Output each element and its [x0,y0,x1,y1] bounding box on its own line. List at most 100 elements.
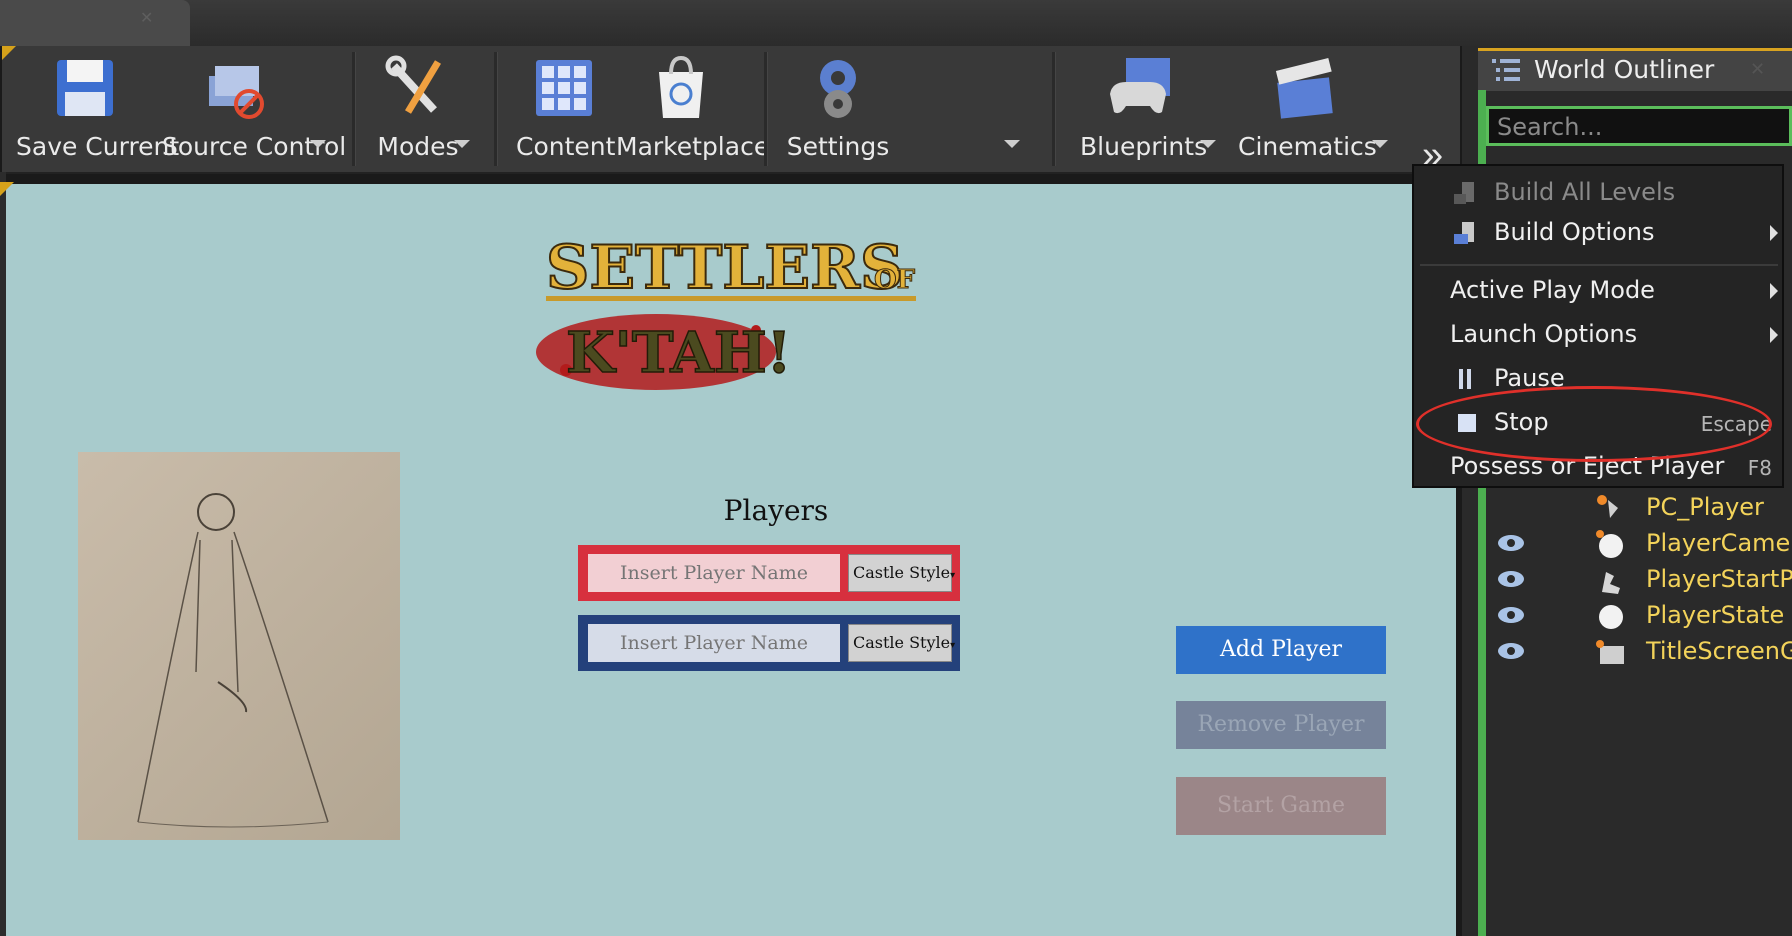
modes-label: Modes [377,132,459,161]
outliner-row[interactable]: TitleScreenGam [1486,634,1792,670]
logo-ktah-text: K'TAH! [566,320,791,386]
source-control-dropdown-caret[interactable] [310,140,326,148]
blueprints-button[interactable]: Blueprints [1080,52,1208,164]
modes-button[interactable]: Modes [370,52,466,164]
logo-of-text: OF [874,265,916,295]
title-bar: ✕ [0,0,1792,46]
content-button[interactable]: Content [516,52,616,164]
outliner-row[interactable]: PlayerCameraM [1486,526,1792,562]
outliner-row-name: TitleScreenGam [1646,637,1792,665]
game-viewport[interactable]: SETTLERS OF K'TAH! Players Castle Style▾… [0,182,1456,936]
outliner-search-input[interactable] [1495,111,1789,143]
eye-visibility-icon[interactable] [1496,640,1526,662]
submenu-arrow-icon [1770,283,1778,299]
controller-actor-icon [1597,495,1618,518]
cinematics-dropdown-caret[interactable] [1372,140,1388,148]
dropdown-caret-icon: ▾ [950,640,956,651]
menu-item-active-play-mode[interactable]: Active Play Mode [1414,270,1782,310]
outliner-row[interactable]: PC_Player [1486,490,1792,526]
character-sketch-image [78,452,400,840]
settings-dropdown-caret[interactable] [1004,140,1020,148]
pause-icon [1459,369,1471,389]
save-current-label: Save Current [16,132,180,161]
marketplace-label: Marketplace [616,132,770,161]
menu-item-possess-eject[interactable]: Possess or Eject Player F8 [1414,446,1782,486]
world-outliner-title: World Outliner [1534,55,1715,84]
save-current-button[interactable]: Save Current [16,52,180,164]
menu-item-label: Stop [1494,408,1549,436]
castle-style-value: Castle Style [853,563,951,582]
menu-item-build-all-levels[interactable]: Build All Levels [1414,172,1782,212]
outliner-search-box [1486,106,1792,146]
players-heading: Players [723,494,829,527]
player-2-name-input[interactable] [588,624,840,662]
eye-visibility-icon[interactable] [1496,568,1526,590]
toolbar-divider [764,52,768,166]
submenu-arrow-icon [1770,327,1778,343]
game-mode-icon [1596,640,1624,664]
toolbar-divider [352,52,356,166]
remove-player-button[interactable]: Remove Player [1176,701,1386,749]
dropdown-caret-icon: ▾ [950,570,956,581]
eye-visibility-icon[interactable] [1496,532,1526,554]
submenu-arrow-icon [1770,225,1778,241]
add-player-button[interactable]: Add Player [1176,626,1386,674]
cinematics-label: Cinematics [1238,132,1377,161]
corner-marker [2,46,16,60]
level-document-tab[interactable]: ✕ [0,0,190,46]
menu-item-launch-options[interactable]: Launch Options [1414,314,1782,354]
blueprints-gamepad-icon [1110,58,1170,114]
modes-tools-icon [385,55,442,114]
marketplace-button[interactable]: Marketplace [616,52,770,164]
start-game-button[interactable]: Start Game [1176,777,1386,835]
world-outliner-tab[interactable]: World Outliner ✕ [1478,48,1792,91]
source-control-icon [209,66,264,119]
settings-button[interactable]: Settings [782,52,894,164]
marketplace-bag-icon [659,55,703,118]
source-control-label: Source Control [162,132,347,161]
player-row-2: Castle Style▾ [578,615,960,671]
modes-dropdown-caret[interactable] [454,140,470,148]
settings-gears-icon [820,60,856,118]
menu-item-stop[interactable]: Stop Escape [1414,402,1782,442]
blueprints-label: Blueprints [1080,132,1208,161]
player-2-castle-style-select[interactable]: Castle Style▾ [848,624,956,662]
content-label: Content [516,132,616,161]
outliner-row-name: PC_Player [1646,493,1764,521]
menu-item-label: Build Options [1494,218,1655,246]
outliner-list-icon [1492,59,1520,81]
player-start-icon [1602,572,1620,594]
menu-item-shortcut: Escape [1700,412,1772,436]
source-control-button[interactable]: Source Control [162,52,347,164]
eye-visibility-icon[interactable] [1496,604,1526,626]
toolbar-divider [494,52,498,166]
settings-label: Settings [786,132,890,161]
menu-item-pause[interactable]: Pause [1414,358,1782,398]
cinematics-button[interactable]: Cinematics [1238,52,1377,164]
menu-item-label: Pause [1494,364,1565,392]
main-toolbar: Save Current Source Control Modes Conten… [2,46,1460,176]
logo-title-text: SETTLERS [546,233,903,303]
build-options-icon [1454,222,1474,244]
outliner-row[interactable]: PlayerState [1486,598,1792,634]
menu-item-label: Launch Options [1450,320,1638,348]
outliner-row[interactable]: PlayerStartPIE [1486,562,1792,598]
play-dropdown-menu: Build All Levels Build Options Active Pl… [1412,164,1784,488]
menu-item-label: Active Play Mode [1450,276,1655,304]
actor-sphere-icon [1599,605,1623,629]
blueprints-dropdown-caret[interactable] [1200,140,1216,148]
outliner-row-name: PlayerCameraM [1646,529,1792,557]
castle-style-value: Castle Style [853,633,951,652]
menu-item-label: Possess or Eject Player [1450,452,1725,480]
menu-item-build-options[interactable]: Build Options [1414,212,1782,252]
cinematics-clapper-icon [1275,57,1333,119]
close-icon[interactable]: ✕ [1750,59,1765,80]
floppy-disk-icon [57,60,113,116]
player-1-castle-style-select[interactable]: Castle Style▾ [848,554,956,592]
player-1-name-input[interactable] [588,554,840,592]
outliner-row-name: PlayerStartPIE [1646,565,1792,593]
actor-sphere-icon [1596,530,1623,558]
menu-item-label: Build All Levels [1494,178,1676,206]
close-icon[interactable]: ✕ [140,8,153,28]
outliner-row-name: PlayerState [1646,601,1785,629]
